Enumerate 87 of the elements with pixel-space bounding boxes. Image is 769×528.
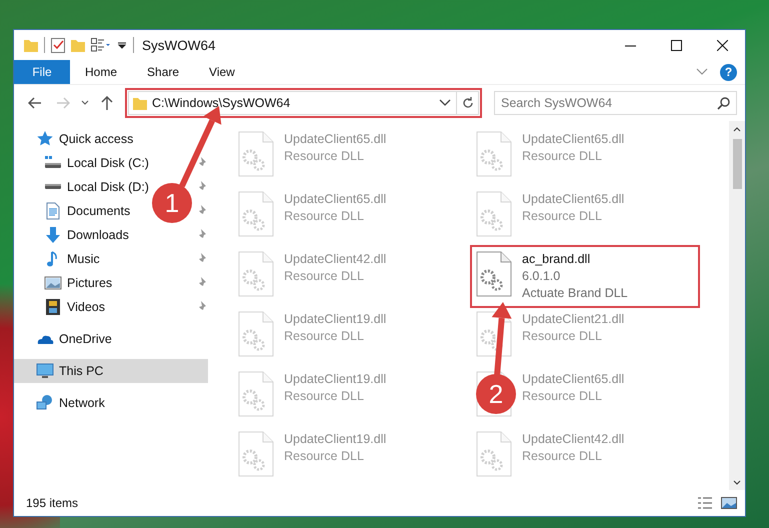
caret-icon[interactable] <box>117 40 127 50</box>
ribbon-tab[interactable]: Home <box>70 60 132 84</box>
folder-icon <box>133 96 147 110</box>
refresh-icon <box>462 97 474 109</box>
star-icon <box>36 130 54 148</box>
sidebar-item[interactable]: Quick access <box>14 127 140 151</box>
computer-icon <box>36 362 54 380</box>
caret-icon <box>81 100 89 106</box>
up-arrow-icon <box>101 96 113 110</box>
sidebar-item[interactable]: Local Disk (C:) <box>14 151 155 175</box>
close-icon <box>716 40 728 50</box>
file-detail: Resource DLL <box>284 208 365 225</box>
details-view-button[interactable] <box>697 497 713 509</box>
properties-icon[interactable] <box>51 37 65 53</box>
file-detail: Resource DLL <box>522 328 603 345</box>
sidebar-item[interactable]: OneDrive <box>14 327 118 351</box>
file-name: UpdateClient19.dll <box>284 371 386 388</box>
file-detail: Actuate Brand DLL <box>522 285 628 302</box>
caret-up-icon <box>733 126 741 132</box>
down-arrow-icon <box>44 226 62 244</box>
document-icon <box>44 202 62 220</box>
dropdown-caret-icon[interactable] <box>438 98 452 108</box>
file-detail: Resource DLL <box>284 448 365 465</box>
file-name: UpdateClient19.dll <box>284 311 386 328</box>
file-name: UpdateClient65.dll <box>284 191 386 208</box>
sidebar-item[interactable]: Music <box>14 247 106 271</box>
film-strip-icon <box>44 298 62 316</box>
large-icons-view-button[interactable] <box>721 497 737 509</box>
sidebar-item[interactable]: Network <box>14 391 111 415</box>
dll-file-icon <box>238 371 274 417</box>
file-detail: Resource DLL <box>284 328 365 345</box>
dll-file-icon <box>476 431 512 477</box>
file-detail: Resource DLL <box>522 208 603 225</box>
dll-file-icon <box>476 131 512 177</box>
file-detail: Resource DLL <box>284 388 365 405</box>
file-name: UpdateClient65.dll <box>522 191 624 208</box>
scrollbar[interactable] <box>729 121 745 490</box>
dll-file-icon <box>238 251 274 297</box>
file-detail: Resource DLL <box>522 148 603 165</box>
picture-icon <box>44 274 62 292</box>
caret-down-icon <box>733 480 741 484</box>
sidebar-item[interactable]: Pictures <box>14 271 118 295</box>
ribbon-tab[interactable]: View <box>194 60 250 84</box>
sidebar-item[interactable]: Videos <box>14 295 111 319</box>
file-name: UpdateClient65.dll <box>522 371 624 388</box>
details-view-icon <box>697 497 713 509</box>
network-icon <box>36 394 54 412</box>
sidebar-item[interactable]: Downloads <box>14 223 135 247</box>
address-bar[interactable]: C:\Windows\SysWOW64 <box>128 91 479 115</box>
file-name: UpdateClient65.dll <box>284 131 386 148</box>
file-detail: Resource DLL <box>284 148 365 165</box>
dll-file-icon <box>476 191 512 237</box>
dll-file-icon <box>238 431 274 477</box>
file-name: ac_brand.dll <box>522 251 592 268</box>
file-detail: Resource DLL <box>284 268 365 285</box>
file-name: UpdateClient42.dll <box>284 251 386 268</box>
file-item[interactable]: ac_brand.dll 6.0.1.0 Actuate Brand DLL <box>470 245 700 308</box>
file-name: UpdateClient65.dll <box>522 131 624 148</box>
file-name: UpdateClient42.dll <box>522 431 624 448</box>
dll-file-icon <box>238 131 274 177</box>
file-detail: Resource DLL <box>522 448 603 465</box>
forward-arrow-icon <box>56 97 70 109</box>
search-icon[interactable] <box>717 97 730 110</box>
scrollbar-thumb[interactable] <box>732 139 742 189</box>
help-button[interactable]: ? <box>720 64 737 80</box>
dll-file-icon <box>238 311 274 357</box>
search-field[interactable]: Search SysWOW64 <box>494 91 737 115</box>
sidebar-item[interactable]: This PC <box>14 359 208 383</box>
file-name: UpdateClient19.dll <box>284 431 386 448</box>
ribbon-tab[interactable]: Share <box>132 60 194 84</box>
step-number-badge: 2 <box>476 374 516 414</box>
file-menu-tab[interactable]: File <box>14 60 70 84</box>
drive-icon <box>44 184 62 190</box>
dll-file-icon <box>476 311 512 357</box>
large-icons-view-icon <box>721 497 737 509</box>
dll-file-icon <box>238 191 274 237</box>
file-name: UpdateClient21.dll <box>522 311 624 328</box>
window-title: SysWOW64 <box>142 38 216 52</box>
dll-file-icon <box>476 251 512 297</box>
item-count: 195 items <box>26 496 78 510</box>
back-arrow-icon <box>28 97 42 109</box>
file-detail: Resource DLL <box>522 388 603 405</box>
step-number-badge: 1 <box>152 183 192 223</box>
chevron-down-icon[interactable] <box>696 68 708 76</box>
maximize-icon <box>670 40 682 50</box>
file-detail: 6.0.1.0 <box>522 268 562 285</box>
customize-toolbar-icon[interactable] <box>91 38 111 52</box>
